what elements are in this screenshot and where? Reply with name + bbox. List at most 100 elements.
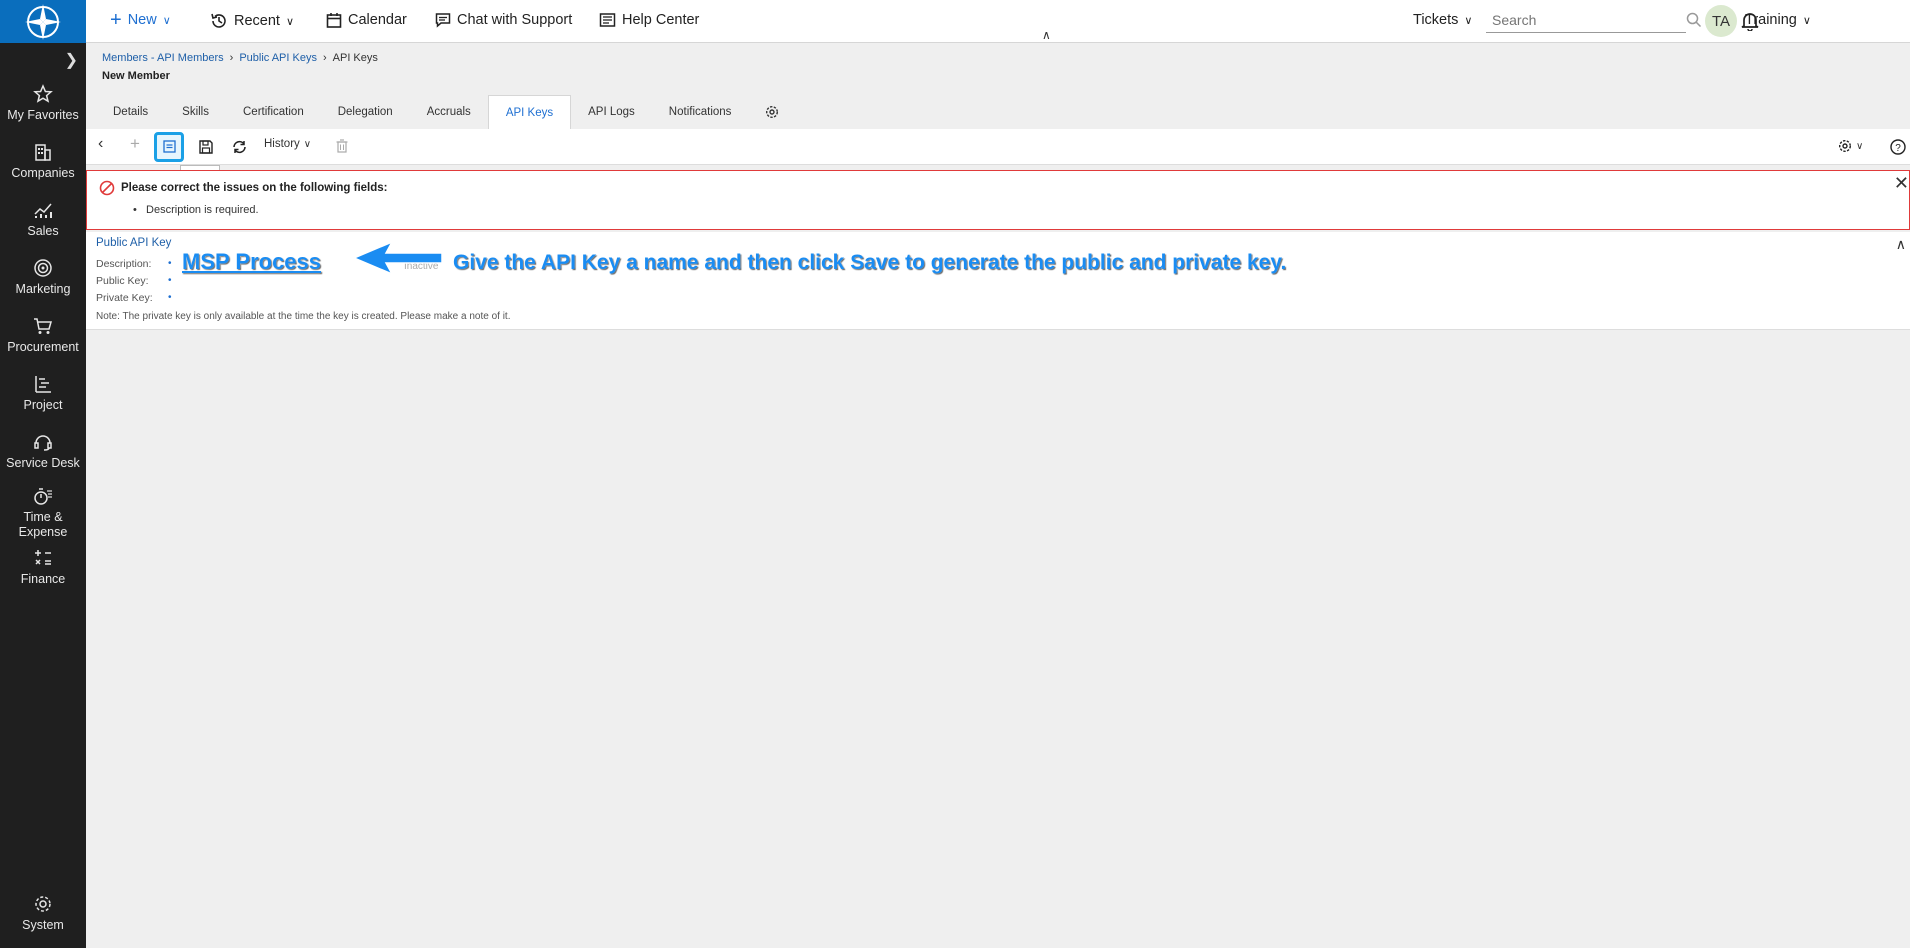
refresh-button[interactable]	[232, 140, 247, 154]
delete-button[interactable]	[336, 139, 348, 153]
search-box	[1486, 9, 1702, 33]
calendar-button[interactable]: Calendar	[326, 12, 407, 28]
public-key-label: Public Key:	[96, 275, 149, 287]
sidebar-item-procurement[interactable]: Procurement	[0, 316, 86, 355]
new-label: New	[127, 12, 157, 28]
tab-certification[interactable]: Certification	[226, 95, 321, 129]
error-title: Please correct the issues on the followi…	[121, 182, 388, 194]
toolbar: ‹ + History ∨ ∨ ?	[86, 129, 1910, 165]
chevron-down-icon: ∨	[1464, 14, 1473, 27]
breadcrumb-link-public-api-keys[interactable]: Public API Keys	[239, 52, 317, 64]
sidebar-item-finance[interactable]: Finance	[0, 548, 86, 587]
private-key-label: Private Key:	[96, 292, 153, 304]
save-button[interactable]	[163, 140, 176, 153]
panel-title[interactable]: Public API Key	[96, 237, 171, 249]
tab-delegation[interactable]: Delegation	[321, 95, 410, 129]
description-label: Description:	[96, 258, 152, 270]
sidebar: ❯ My Favorites Companies Sales Marketing…	[0, 0, 86, 948]
annotation-instruction: Give the API Key a name and then click S…	[453, 251, 1287, 274]
save-and-close-button[interactable]	[199, 140, 213, 154]
chevron-down-icon: ∨	[1856, 140, 1864, 152]
close-icon[interactable]: ✕	[1894, 173, 1909, 194]
description-input[interactable]: MSP Process	[182, 249, 321, 275]
sidebar-item-label: My Favorites	[7, 108, 79, 122]
chart-icon	[34, 203, 52, 218]
headset-icon	[34, 435, 52, 451]
back-button[interactable]: ‹	[98, 135, 103, 153]
collapse-header-icon[interactable]: ∧	[1042, 28, 1051, 42]
error-item: • Description is required.	[133, 204, 259, 216]
stopwatch-icon	[34, 488, 52, 505]
help-icon: ?	[1890, 139, 1906, 155]
sidebar-item-marketing[interactable]: Marketing	[0, 258, 86, 297]
chevron-down-icon: ∨	[303, 138, 312, 150]
search-icon[interactable]	[1686, 12, 1702, 28]
target-icon	[34, 259, 52, 277]
avatar[interactable]: TA	[1705, 5, 1737, 37]
help-center-button[interactable]: Help Center	[599, 12, 699, 28]
cart-icon	[34, 318, 52, 334]
tickets-label: Tickets	[1413, 12, 1459, 28]
new-button[interactable]: + New ∨	[110, 9, 171, 31]
collapse-panel-icon[interactable]: ∧	[1896, 236, 1906, 253]
sidebar-item-system[interactable]: System	[0, 894, 86, 933]
tab-notifications[interactable]: Notifications	[652, 95, 749, 129]
user-menu[interactable]: Training ∨	[1745, 12, 1811, 28]
tab-bar: Details Skills Certification Delegation …	[96, 95, 796, 129]
annotation-arrow-icon	[352, 240, 443, 276]
calendar-label: Calendar	[348, 12, 407, 28]
breadcrumb: Members - API Members › Public API Keys …	[102, 52, 378, 64]
compass-logo-icon	[25, 3, 61, 40]
add-button[interactable]: +	[130, 134, 140, 154]
trash-icon	[336, 139, 348, 153]
tickets-dropdown[interactable]: Tickets ∨	[1413, 12, 1472, 28]
sidebar-item-time-expense[interactable]: Time & Expense	[0, 486, 86, 540]
tab-skills[interactable]: Skills	[165, 95, 226, 129]
chevron-right-icon: ›	[322, 52, 327, 64]
tab-accruals[interactable]: Accruals	[410, 95, 488, 129]
chevron-left-icon: ‹	[98, 135, 104, 152]
private-key-note: Note: The private key is only available …	[96, 311, 511, 322]
save-icon	[163, 140, 176, 153]
sidebar-item-sales[interactable]: Sales	[0, 200, 86, 239]
logo[interactable]	[0, 0, 86, 43]
help-button[interactable]: ?	[1890, 139, 1906, 155]
history-dropdown[interactable]: History ∨	[264, 138, 311, 150]
sidebar-item-label: System	[22, 918, 64, 932]
tab-details[interactable]: Details	[96, 95, 165, 129]
book-icon	[599, 13, 616, 27]
expand-sidebar-icon[interactable]: ❯	[65, 50, 78, 70]
tab-api-keys[interactable]: API Keys	[487, 95, 572, 129]
search-input[interactable]	[1486, 9, 1656, 31]
sidebar-item-label: Project	[23, 398, 63, 412]
sidebar-item-project[interactable]: Project	[0, 374, 86, 413]
tab-settings[interactable]	[748, 95, 796, 129]
plus-icon: +	[130, 134, 140, 153]
refresh-icon	[233, 140, 246, 154]
building-icon	[35, 144, 51, 161]
history-label: History	[264, 138, 300, 150]
sidebar-item-label: Sales	[27, 224, 59, 238]
recent-button[interactable]: Recent ∨	[210, 12, 294, 30]
required-marker: •	[168, 292, 172, 303]
page-title: New Member	[102, 70, 170, 82]
chat-icon	[435, 13, 451, 28]
toolbar-settings-dropdown[interactable]: ∨	[1838, 139, 1863, 153]
star-icon	[33, 84, 53, 103]
sidebar-item-my-favorites[interactable]: My Favorites	[0, 84, 86, 123]
sidebar-item-label: Companies	[11, 166, 75, 180]
calculator-icon	[35, 550, 51, 565]
sidebar-item-companies[interactable]: Companies	[0, 142, 86, 181]
user-label: Training	[1745, 12, 1797, 28]
plus-icon: +	[110, 9, 122, 31]
avatar-initials: TA	[1711, 12, 1731, 30]
chat-with-support-button[interactable]: Chat with Support	[435, 12, 572, 28]
error-item-text: Description is required.	[146, 204, 259, 216]
sidebar-item-label: Service Desk	[6, 456, 80, 470]
tab-api-logs[interactable]: API Logs	[571, 95, 652, 129]
gear-icon	[1838, 139, 1852, 153]
sidebar-item-label: Procurement	[7, 340, 79, 354]
breadcrumb-link-api-members[interactable]: Members - API Members	[102, 52, 224, 64]
chevron-down-icon: ∨	[285, 15, 295, 28]
sidebar-item-service-desk[interactable]: Service Desk	[0, 432, 86, 471]
